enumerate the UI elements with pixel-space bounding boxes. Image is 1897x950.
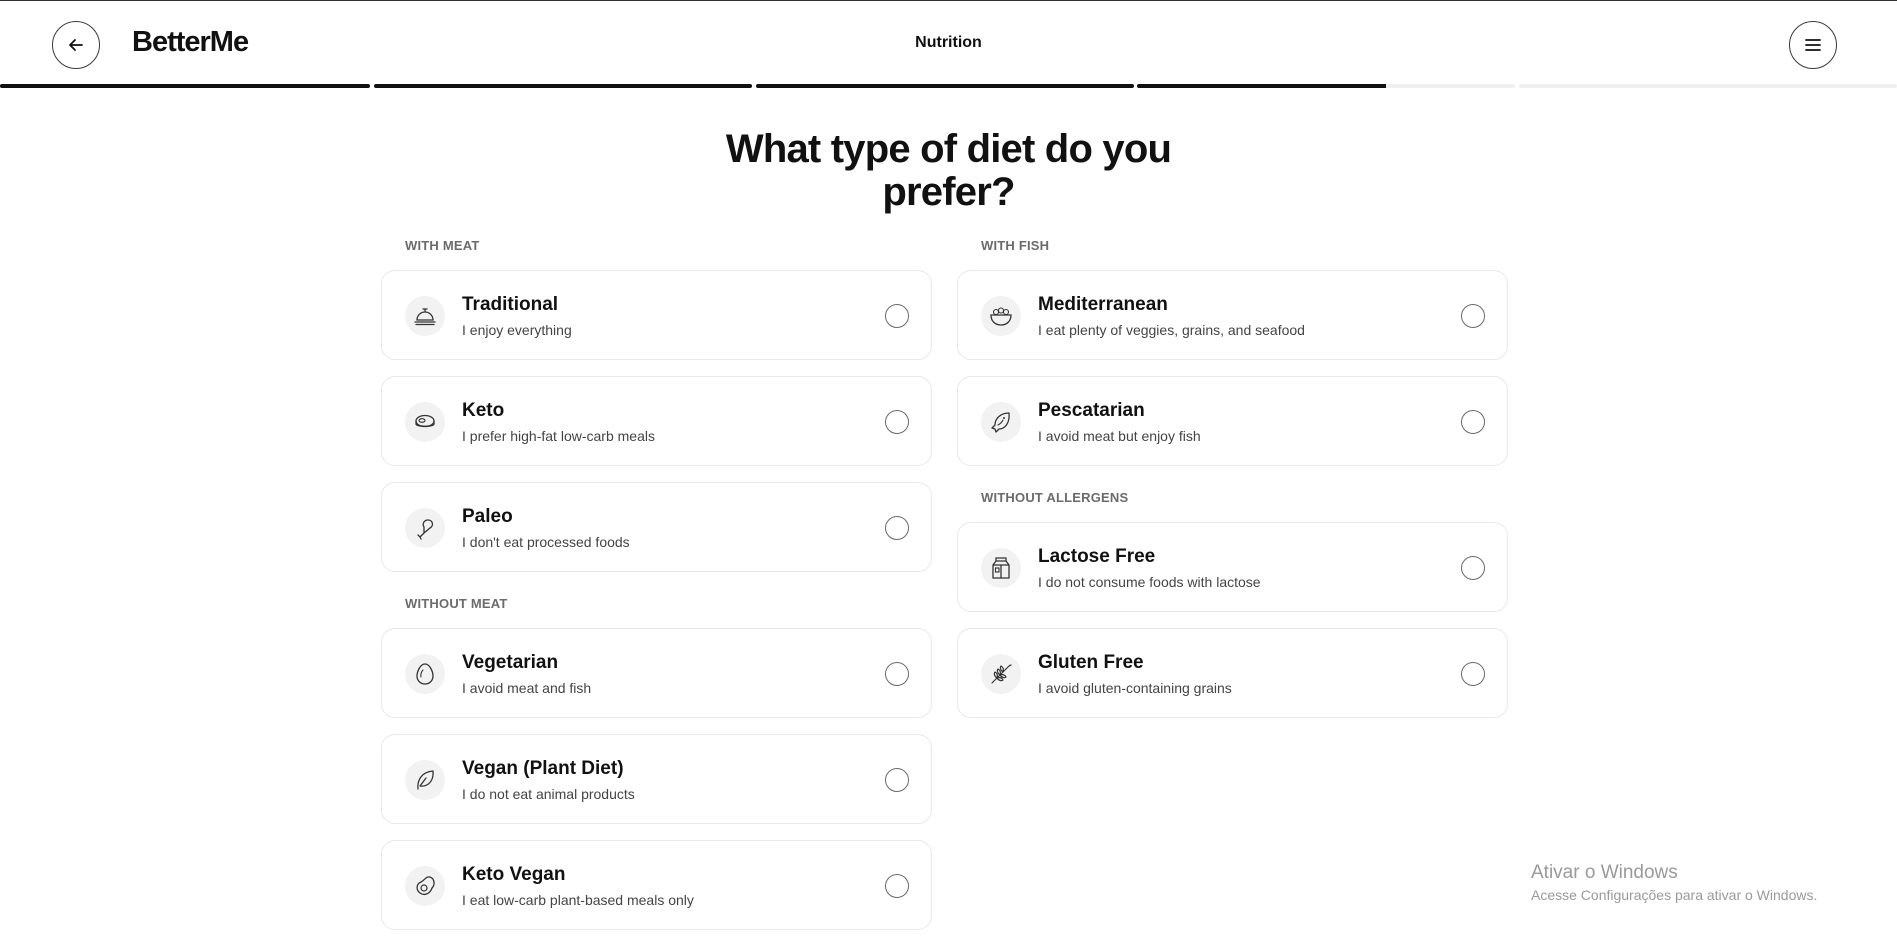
option-description: I do not consume foods with lactose: [1038, 574, 1261, 590]
wheat-icon: [981, 654, 1021, 694]
question-line-2: prefer?: [882, 170, 1015, 214]
progress-segment: [1519, 84, 1897, 88]
menu-button[interactable]: [1789, 21, 1837, 69]
progress-segment: [1137, 84, 1515, 88]
option-description: I eat plenty of veggies, grains, and sea…: [1038, 322, 1305, 338]
page-title: Nutrition: [915, 34, 982, 51]
drumstick-icon: [405, 508, 445, 548]
option-description: I avoid gluten-containing grains: [1038, 680, 1232, 696]
section-label-with-fish: WITH FISH: [981, 238, 1050, 253]
option-title: Keto: [462, 400, 505, 421]
option-traditional[interactable]: Traditional I enjoy everything: [381, 270, 932, 360]
option-title: Lactose Free: [1038, 546, 1156, 567]
option-title: Traditional: [462, 294, 559, 315]
header: BetterMe Nutrition: [0, 0, 1897, 86]
egg-icon: [405, 654, 445, 694]
hamburger-menu-icon: [1805, 39, 1821, 51]
option-vegetarian[interactable]: Vegetarian I avoid meat and fish: [381, 628, 932, 718]
option-title: Pescatarian: [1038, 400, 1145, 421]
radio-button[interactable]: [885, 304, 909, 328]
option-lactose-free[interactable]: Lactose Free I do not consume foods with…: [957, 522, 1508, 612]
option-description: I don't eat processed foods: [462, 534, 630, 550]
section-label-without-meat: WITHOUT MEAT: [405, 596, 508, 611]
option-title: Vegan (Plant Diet): [462, 758, 624, 779]
question-heading: What type of diet do you prefer?: [0, 128, 1897, 214]
option-gluten-free[interactable]: Gluten Free I avoid gluten-containing gr…: [957, 628, 1508, 718]
salad-bowl-icon: [981, 296, 1021, 336]
radio-button[interactable]: [1461, 556, 1485, 580]
radio-button[interactable]: [1461, 304, 1485, 328]
avocado-icon: [405, 866, 445, 906]
radio-button[interactable]: [885, 410, 909, 434]
option-title: Keto Vegan: [462, 864, 566, 885]
radio-button[interactable]: [885, 516, 909, 540]
radio-button[interactable]: [1461, 410, 1485, 434]
question-line-1: What type of diet do you: [725, 127, 1172, 171]
leaf-icon: [405, 760, 445, 800]
option-title: Paleo: [462, 506, 513, 527]
option-title: Mediterranean: [1038, 294, 1168, 315]
fish-icon: [981, 402, 1021, 442]
watermark-subtitle: Acesse Configurações para ativar o Windo…: [1531, 887, 1818, 903]
option-description: I avoid meat and fish: [462, 680, 592, 696]
progress-bar: [0, 84, 1897, 88]
option-description: I enjoy everything: [462, 322, 572, 338]
option-vegan[interactable]: Vegan (Plant Diet) I do not eat animal p…: [381, 734, 932, 824]
option-description: I avoid meat but enjoy fish: [1038, 428, 1201, 444]
milk-carton-icon: [981, 548, 1021, 588]
cloche-icon: [405, 296, 445, 336]
steak-icon: [405, 402, 445, 442]
progress-segment: [0, 84, 370, 88]
option-keto-vegan[interactable]: Keto Vegan I eat low-carb plant-based me…: [381, 840, 932, 930]
option-pescatarian[interactable]: Pescatarian I avoid meat but enjoy fish: [957, 376, 1508, 466]
section-label-without-allergens: WITHOUT ALLERGENS: [981, 490, 1129, 505]
option-description: I prefer high-fat low-carb meals: [462, 428, 655, 444]
option-title: Vegetarian: [462, 652, 559, 673]
option-keto[interactable]: Keto I prefer high-fat low-carb meals: [381, 376, 932, 466]
radio-button[interactable]: [885, 662, 909, 686]
radio-button[interactable]: [885, 874, 909, 898]
watermark-title: Ativar o Windows: [1531, 862, 1678, 883]
option-paleo[interactable]: Paleo I don't eat processed foods: [381, 482, 932, 572]
section-label-with-meat: WITH MEAT: [405, 238, 480, 253]
radio-button[interactable]: [885, 768, 909, 792]
windows-activation-watermark: Ativar o Windows Acesse Configurações pa…: [1531, 862, 1817, 903]
progress-segment: [756, 84, 1134, 88]
option-description: I do not eat animal products: [462, 786, 635, 802]
option-title: Gluten Free: [1038, 652, 1144, 673]
option-description: I eat low-carb plant-based meals only: [462, 892, 694, 908]
radio-button[interactable]: [1461, 662, 1485, 686]
option-mediterranean[interactable]: Mediterranean I eat plenty of veggies, g…: [957, 270, 1508, 360]
progress-segment: [374, 84, 752, 88]
